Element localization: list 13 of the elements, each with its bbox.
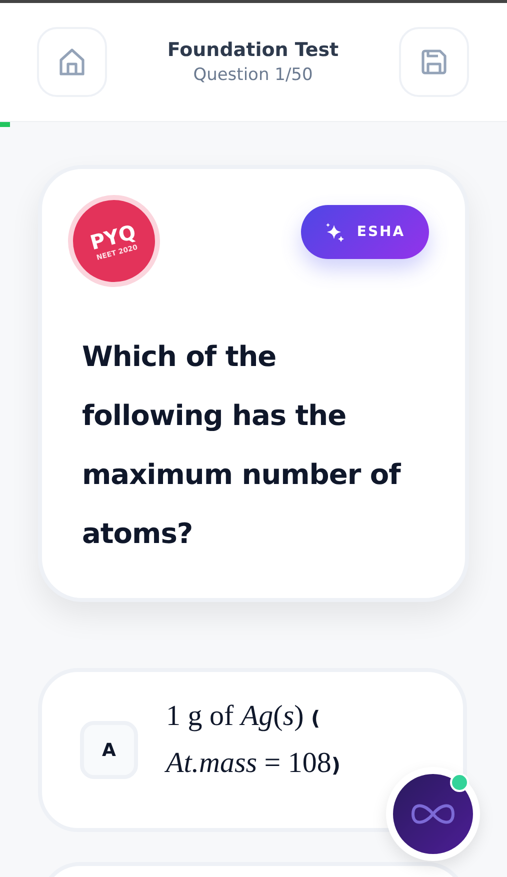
- sparkle-icon: [324, 222, 345, 242]
- status-dot: [450, 773, 469, 792]
- save-button[interactable]: [399, 27, 469, 97]
- option-text: 1 g of Ag(s) ( At.mass = 108): [166, 699, 342, 781]
- test-title: Foundation Test: [167, 39, 339, 61]
- option-letter: A: [80, 721, 138, 779]
- esha-button[interactable]: ESHA: [301, 205, 429, 259]
- home-button[interactable]: [37, 27, 107, 97]
- infinity-icon: [411, 802, 455, 826]
- question-text: Which of the following has the maximum number of atoms?: [82, 339, 402, 552]
- home-icon: [59, 48, 85, 76]
- answer-option[interactable]: A 1 g of Ag(s) ( At.mass = 108): [38, 668, 467, 832]
- question-counter: Question 1/50: [193, 65, 313, 85]
